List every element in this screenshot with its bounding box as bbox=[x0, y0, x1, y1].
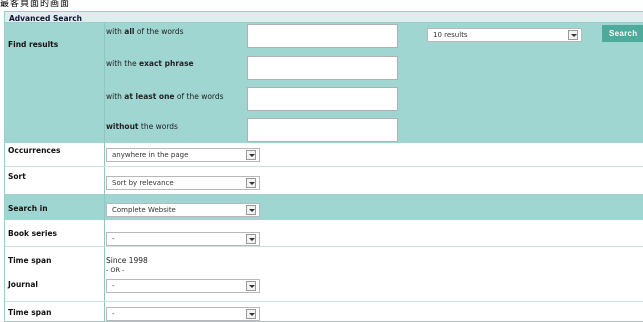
book-series-label: Book series bbox=[8, 229, 57, 238]
search-in-value: Complete Website bbox=[112, 206, 176, 214]
without-input[interactable] bbox=[247, 118, 398, 142]
find-results-label: Find results bbox=[8, 40, 59, 49]
without-label: without the words bbox=[106, 122, 178, 131]
results-count-select[interactable]: 10 results bbox=[427, 28, 582, 42]
journal-value: - bbox=[112, 282, 115, 290]
find-results-section: Find results with all of the words 10 re… bbox=[5, 23, 643, 143]
at-least-one-input[interactable] bbox=[247, 87, 398, 111]
time-span-label: Time span bbox=[8, 256, 52, 265]
all-words-label: with all of the words bbox=[106, 27, 184, 36]
time-span-value: Since 1998 bbox=[106, 256, 148, 265]
book-series-value: - bbox=[112, 235, 115, 243]
search-button[interactable]: Search bbox=[602, 25, 643, 42]
occurrences-value: anywhere in the page bbox=[112, 151, 189, 159]
journal-select[interactable]: - bbox=[106, 279, 260, 293]
occurrences-row: Occurrences anywhere in the page bbox=[5, 143, 643, 166]
occurrences-select[interactable]: anywhere in the page bbox=[106, 148, 260, 162]
book-series-row: Book series - bbox=[5, 220, 643, 246]
time-span2-label: Time span bbox=[8, 308, 52, 317]
search-in-label: Search in bbox=[8, 204, 48, 213]
chevron-down-icon bbox=[568, 30, 578, 40]
page-banner: 最客頁面的画面 bbox=[0, 0, 71, 9]
exact-phrase-input[interactable] bbox=[247, 56, 398, 80]
all-words-input[interactable] bbox=[247, 24, 398, 48]
at-least-one-label: with at least one of the words bbox=[106, 92, 224, 101]
sort-select[interactable]: Sort by relevance bbox=[106, 176, 260, 190]
exact-phrase-label: with the exact phrase bbox=[106, 59, 194, 68]
search-in-select[interactable]: Complete Website bbox=[106, 203, 260, 217]
journal-row: Journal - bbox=[5, 275, 643, 301]
form-title: Advanced Search bbox=[9, 14, 83, 23]
results-count-value: 10 results bbox=[433, 31, 468, 39]
sort-label: Sort bbox=[8, 172, 26, 181]
or-separator: - OR - bbox=[106, 266, 125, 274]
time-span2-row: Time span - bbox=[5, 302, 643, 322]
time-span2-select[interactable]: - bbox=[106, 307, 260, 321]
time-span-row: Time span Since 1998 - OR - bbox=[5, 247, 643, 275]
form-title-bar: Advanced Search bbox=[5, 12, 643, 23]
chevron-down-icon bbox=[246, 309, 256, 319]
book-series-select[interactable]: - bbox=[106, 232, 260, 246]
journal-label: Journal bbox=[8, 280, 38, 289]
sort-value: Sort by relevance bbox=[112, 179, 174, 187]
search-in-row: Search in Complete Website bbox=[5, 194, 643, 220]
sort-row: Sort Sort by relevance bbox=[5, 167, 643, 194]
chevron-down-icon bbox=[246, 205, 256, 215]
advanced-search-form: Advanced Search Find results with all of… bbox=[4, 11, 643, 322]
chevron-down-icon bbox=[246, 234, 256, 244]
chevron-down-icon bbox=[246, 150, 256, 160]
occurrences-label: Occurrences bbox=[8, 146, 61, 155]
chevron-down-icon bbox=[246, 281, 256, 291]
time-span2-value: - bbox=[112, 310, 115, 318]
chevron-down-icon bbox=[246, 178, 256, 188]
